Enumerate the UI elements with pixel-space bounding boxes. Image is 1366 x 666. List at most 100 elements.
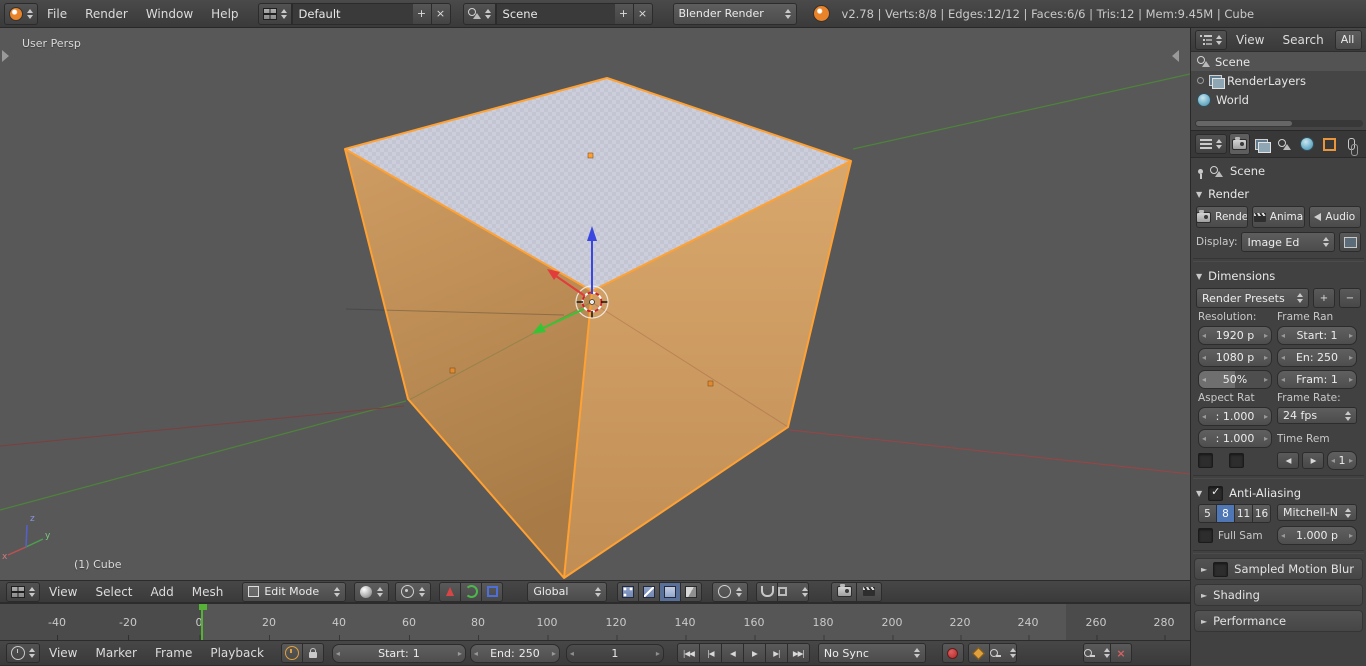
face-dot-right[interactable] [707,380,714,387]
outliner-item-renderlayers[interactable]: RenderLayers [1191,71,1366,90]
close-scene-button[interactable]: × [633,2,653,25]
remove-preset-button[interactable]: − [1339,288,1361,308]
aa-filter-size-field[interactable]: 1.000 p [1277,526,1357,545]
tab-object[interactable] [1319,133,1340,155]
scene-field[interactable]: Scene [495,2,615,25]
editor-type-button-timeline[interactable] [6,643,40,663]
render-engine-dropdown[interactable]: Blender Render [672,2,797,25]
timeline-ruler[interactable]: -40 -20 0 20 40 60 80 100 120 140 160 18… [0,603,1190,641]
edge-select-button[interactable] [639,581,661,602]
full-sample-checkbox[interactable] [1198,528,1213,543]
face-select-button[interactable] [660,581,682,602]
keying-set-dropdown[interactable] [989,643,1017,663]
current-frame-field[interactable]: 1 [565,643,664,663]
play-button[interactable] [743,643,766,663]
resolution-percentage-slider[interactable]: 50% [1198,370,1272,389]
remap-old-button[interactable] [1277,452,1299,469]
dimensions-panel-header[interactable]: Dimensions [1191,266,1366,286]
tab-scene[interactable] [1274,133,1295,155]
tab-world[interactable] [1297,133,1318,155]
3d-viewport[interactable]: User Persp (1) Cube x y z [0,28,1190,580]
frame-start-field[interactable]: Start: 1 [331,643,466,663]
prev-keyframe-button[interactable] [699,643,722,663]
antialiasing-panel-header[interactable]: Anti-Aliasing [1191,483,1366,503]
limit-to-visible-button[interactable] [681,581,703,602]
manipulator-center[interactable] [589,299,595,305]
outliner-horizontal-scrollbar[interactable] [1195,120,1363,127]
frame-end-field[interactable]: End: 250 [469,643,560,663]
screen-layout-field[interactable]: Default [291,2,413,25]
remap-new-button[interactable] [1302,452,1324,469]
menu-file[interactable]: File [38,4,76,24]
render-presets-dropdown[interactable]: Render Presets [1196,288,1309,308]
motion-blur-checkbox[interactable] [1213,561,1229,577]
lock-time-cursor-button[interactable] [302,643,324,663]
face-dot-top[interactable] [587,152,594,159]
aa-samples-5-button[interactable]: 5 [1198,504,1217,523]
snap-element-dropdown[interactable] [778,581,810,602]
aa-samples-16-button[interactable]: 16 [1253,504,1271,523]
close-layout-button[interactable]: × [431,2,451,25]
viewport-shading-dropdown[interactable] [354,581,390,602]
editor-type-button-outliner[interactable] [1195,29,1227,50]
menu-select[interactable]: Select [86,582,141,602]
performance-panel-header[interactable]: Performance [1194,610,1363,632]
menu-help[interactable]: Help [202,4,247,24]
vertex-select-button[interactable] [617,581,640,602]
translate-manipulator-button[interactable] [439,581,462,602]
aa-samples-8-button[interactable]: 8 [1217,504,1235,523]
aspect-x-field[interactable]: : 1.000 [1198,407,1272,426]
render-audio-button[interactable]: Audio [1308,206,1361,228]
screen-layout-browse-button[interactable] [257,2,292,25]
frame-start-field[interactable]: Start: 1 [1277,326,1357,345]
frame-step-field[interactable]: 1 [1327,451,1357,470]
crop-checkbox[interactable] [1229,453,1244,468]
tab-render[interactable] [1229,133,1250,155]
render-panel-header[interactable]: Render [1191,184,1366,204]
proportional-edit-dropdown[interactable] [712,581,749,602]
menu-mesh[interactable]: Mesh [183,582,233,602]
menu-render[interactable]: Render [76,4,137,24]
add-preset-button[interactable]: + [1313,288,1335,308]
snap-toggle-button[interactable] [756,581,779,602]
resolution-y-field[interactable]: 1080 p [1198,348,1272,367]
editor-type-button-properties[interactable] [1195,134,1227,154]
opengl-render-anim-button[interactable] [857,581,883,602]
antialiasing-checkbox[interactable] [1208,485,1224,501]
use-preview-range-button[interactable] [280,643,303,663]
shading-panel-header[interactable]: Shading [1194,584,1363,606]
pin-icon[interactable] [1198,168,1203,179]
motion-blur-panel-header[interactable]: Sampled Motion Blur [1194,558,1363,580]
render-animation-button[interactable]: Anima [1252,206,1305,228]
display-mode-dropdown[interactable]: Image Ed [1241,232,1335,252]
face-dot-left[interactable] [449,367,456,374]
aspect-y-field[interactable]: : 1.000 [1198,429,1272,448]
resolution-x-field[interactable]: 1920 p [1198,326,1272,345]
current-frame-handle[interactable] [199,604,207,610]
scale-manipulator-button[interactable] [482,581,504,602]
orientation-dropdown[interactable]: Global [527,581,608,602]
rotate-manipulator-button[interactable] [461,581,483,602]
toolshelf-expand-arrow[interactable] [2,50,9,62]
play-reverse-button[interactable] [721,643,744,663]
menu-frame[interactable]: Frame [146,643,201,663]
menu-playback[interactable]: Playback [201,643,273,663]
jump-to-start-button[interactable] [676,643,700,663]
menu-view[interactable]: View [1227,30,1273,50]
mode-dropdown[interactable]: Edit Mode [242,581,347,602]
border-checkbox[interactable] [1198,453,1213,468]
menu-window[interactable]: Window [137,4,202,24]
menu-view[interactable]: View [40,582,86,602]
editor-type-button-3dview[interactable] [6,581,40,602]
jump-to-end-button[interactable] [787,643,810,663]
auto-keyframe-button[interactable] [941,643,964,663]
keying-set-button[interactable] [967,643,990,663]
pivot-point-dropdown[interactable] [395,581,432,602]
menu-marker[interactable]: Marker [86,643,145,663]
add-scene-button[interactable]: + [614,2,634,25]
menu-add[interactable]: Add [142,582,183,602]
scene-browse-button[interactable] [462,2,496,25]
editor-type-button-info[interactable] [4,2,38,25]
delete-keyframe-button[interactable]: × [1111,643,1132,663]
aa-samples-11-button[interactable]: 11 [1235,504,1253,523]
